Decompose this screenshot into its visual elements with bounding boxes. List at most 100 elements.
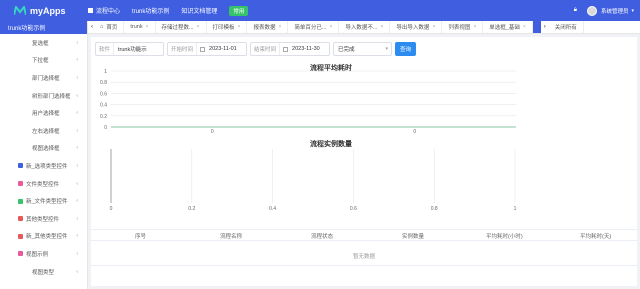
tab-label: 首页 <box>106 25 118 31</box>
tab-scroll-left-icon[interactable]: ‹ <box>88 24 96 30</box>
grid-icon <box>18 233 23 239</box>
table-empty-text: 暂无数据 <box>352 254 375 260</box>
avg-duration-chart: 1 0.8 0.6 0.4 0.2 0 0 0 <box>100 69 516 135</box>
x-tick-label: 0.2 <box>188 206 195 211</box>
y-tick-label: 1 <box>104 69 107 75</box>
sidebar-item-label: 视图示例 <box>26 251 49 258</box>
chevron-down-icon[interactable]: ▾ <box>631 8 634 14</box>
chevron-left-icon: ‹ <box>76 74 78 81</box>
tab-item[interactable]: trunk × <box>124 21 156 33</box>
col-header: 流程状态 <box>311 234 334 240</box>
app-logo[interactable]: myApps <box>0 6 88 16</box>
sidebar-item[interactable]: 视图示例 ‹ <box>0 245 87 263</box>
close-icon[interactable]: × <box>146 24 149 30</box>
app-name: myApps <box>30 5 66 16</box>
tab-scroll-right-icon[interactable]: › <box>541 24 549 30</box>
tab-label: 导出导入数据 <box>396 25 430 31</box>
close-icon[interactable]: × <box>523 24 526 30</box>
tab-item[interactable]: 导出导入数据 × <box>390 21 443 33</box>
y-tick-label: 0.2 <box>100 114 107 120</box>
sidebar-item[interactable]: 视图类型 ‹ <box>0 263 87 281</box>
folder-icon <box>18 181 23 187</box>
folder-icon <box>18 198 23 204</box>
lock-icon[interactable]: 🔒︎ <box>574 7 577 14</box>
x-tick-label: 0 <box>211 129 214 135</box>
sidebar-item[interactable]: 新_文件类型控件 ‹ <box>0 192 87 210</box>
search-button[interactable]: 查询 <box>395 42 417 56</box>
sidebar-item[interactable]: 文件类型控件 ‹ <box>0 175 87 193</box>
sidebar-item[interactable]: 其他类型控件 ‹ <box>0 210 87 228</box>
tab-label: 单选框_基础 <box>489 25 520 31</box>
tab-item[interactable]: 打印模板 × <box>207 21 248 33</box>
sidebar-item-label: 新_选项类型控件 <box>26 163 68 170</box>
sidebar-item[interactable]: 部门选择框 ‹ <box>0 69 87 87</box>
sidebar-item[interactable]: 左右选择框 ‹ <box>0 122 87 140</box>
instance-count-chart: 0 0.2 0.4 0.6 0.8 1 <box>110 149 517 211</box>
home-icon: ⌂ <box>100 24 104 30</box>
top-menu-label: 知识文档管理 <box>181 9 218 15</box>
x-tick-label: 0.8 <box>431 206 438 211</box>
tab-item[interactable]: 单选框_基础 × <box>483 21 533 33</box>
close-icon[interactable]: × <box>238 24 241 30</box>
sidebar-item[interactable]: 树形部门选择框 ‹ <box>0 87 87 105</box>
divider <box>91 265 637 266</box>
chevron-left-icon: ‹ <box>76 57 78 64</box>
tab-label: 导入数据不... <box>345 25 378 31</box>
chevron-left-icon: ‹ <box>76 39 78 46</box>
close-icon[interactable]: × <box>278 24 281 30</box>
software-select[interactable]: 软件 trunk功能示 <box>95 42 164 56</box>
tab-item[interactable]: 导入数据不... × <box>339 21 391 33</box>
close-icon[interactable]: × <box>381 24 384 30</box>
tab-item[interactable]: 报表数据 × <box>247 21 289 33</box>
close-icon[interactable]: × <box>197 24 200 30</box>
sidebar-item-label: 新_文件类型控件 <box>26 199 68 206</box>
close-icon[interactable]: × <box>432 24 435 30</box>
tab-item[interactable]: 列表视图 × <box>442 21 484 33</box>
tab-active-indicator <box>532 21 541 33</box>
top-bar: myApps 流程中心 trunk功能示例 知识文档管理 常用 🔒︎ 系统管理员… <box>0 0 640 21</box>
end-date-field[interactable]: 结束时间 2023-11-30 <box>250 42 330 56</box>
chevron-left-icon: ‹ <box>76 162 78 169</box>
top-menu-trunk-demo[interactable]: trunk功能示例 <box>132 6 169 15</box>
close-icon[interactable]: × <box>329 24 332 30</box>
col-header: 流程名称 <box>220 234 243 240</box>
grid-icon <box>18 216 23 222</box>
chevron-left-icon: ‹ <box>76 145 78 152</box>
avatar[interactable] <box>586 5 597 16</box>
y-tick-label: 0.8 <box>100 80 107 86</box>
tab-label: 列表视图 <box>448 25 471 31</box>
chevron-left-icon: ‹ <box>76 233 78 240</box>
tab-label: 存储过程数... <box>161 25 194 31</box>
close-all-tabs-button[interactable]: 关闭所有 <box>549 21 584 33</box>
start-date-value: 2023-11-01 <box>209 46 237 52</box>
close-icon[interactable]: × <box>473 24 476 30</box>
tab-home[interactable]: ⌂ 首页 <box>96 21 125 33</box>
user-name[interactable]: 系统管理员 <box>601 7 629 15</box>
start-date-label: 开始时间 <box>168 43 198 55</box>
status-select[interactable]: 已完成 ▾ <box>333 42 392 56</box>
sidebar-item[interactable]: 新_其他类型控件 ‹ <box>0 228 87 246</box>
top-menu-label: 流程中心 <box>96 9 121 15</box>
status-value: 已完成 <box>338 47 355 53</box>
sidebar-item[interactable]: 下拉框 ‹ <box>0 52 87 70</box>
software-value: trunk功能示 <box>118 47 147 53</box>
common-badge[interactable]: 常用 <box>229 5 249 16</box>
tab-label: 打印模板 <box>212 25 235 31</box>
sidebar-item[interactable]: 新_选项类型控件 ‹ <box>0 157 87 175</box>
chevron-left-icon: ‹ <box>76 92 78 99</box>
tab-item[interactable]: 简单百分已... × <box>288 21 340 33</box>
sidebar-title: trunk功能示例 <box>0 21 87 34</box>
top-menu-knowledge-docs[interactable]: 知识文档管理 <box>181 6 217 15</box>
col-header: 平均耗时(小时) <box>486 234 523 240</box>
chevron-down-icon: ▾ <box>385 46 388 52</box>
sidebar-item-label: 用户选择框 <box>32 111 60 118</box>
start-date-field[interactable]: 开始时间 2023-11-01 <box>167 42 247 56</box>
y-tick-label: 0 <box>104 125 107 131</box>
top-menu-process-center[interactable]: 流程中心 <box>88 6 120 15</box>
tab-item[interactable]: 存储过程数... × <box>156 21 207 33</box>
tab-label: 简单百分已... <box>294 25 327 31</box>
sidebar-item[interactable]: 用户选择框 ‹ <box>0 104 87 122</box>
sidebar-item[interactable]: 视图选择框 ‹ <box>0 140 87 158</box>
sidebar-item-label: 其他类型控件 <box>26 216 60 223</box>
sidebar-item[interactable]: 复选框 ‹ <box>0 34 87 52</box>
